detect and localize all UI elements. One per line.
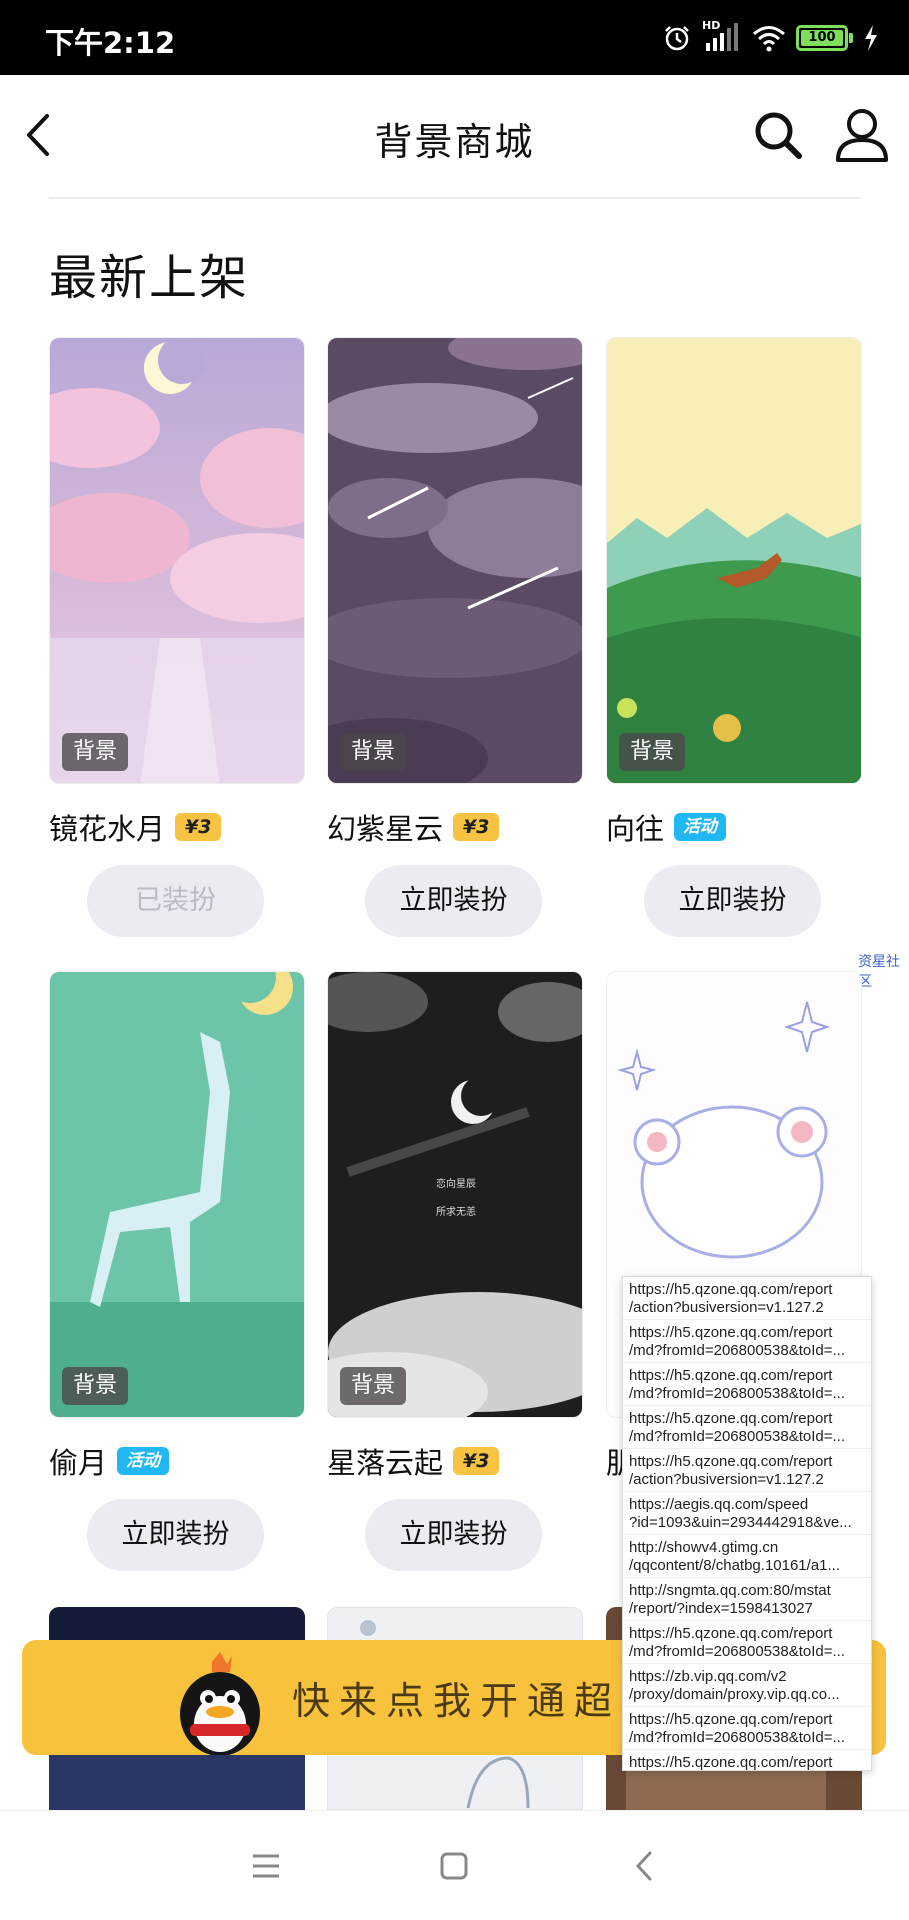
section-title: 最新上架 (49, 250, 250, 306)
request-log-item[interactable]: https://h5.qzone.qq.com/report/md?fromId… (623, 1707, 871, 1750)
request-log-item[interactable]: https://h5.qzone.qq.com/report/md?fromId… (623, 1320, 871, 1363)
background-tag: 背景 (340, 1367, 407, 1405)
wallpaper-thumbnail[interactable]: 背景 (327, 337, 583, 784)
header-divider (49, 197, 862, 199)
request-url-line: https://h5.qzone.qq.com/report (629, 1324, 833, 1341)
signal-icon: HD (702, 19, 742, 53)
image-text-line-2: 所求无恙 (436, 1205, 476, 1218)
nav-menu-button[interactable] (236, 1841, 296, 1891)
wallpaper-image (607, 338, 861, 783)
request-log-item[interactable]: http://showv4.gtimg.cn/qqcontent/8/chatb… (623, 1535, 871, 1578)
request-log-item[interactable]: https://h5.qzone.qq.com/report/md?fromId… (623, 1406, 871, 1449)
request-url-line: https://h5.qzone.qq.com/report (629, 1410, 833, 1427)
profile-icon (836, 109, 888, 162)
request-url-line: https://h5.qzone.qq.com/report (629, 1281, 833, 1298)
wallpaper-image (50, 972, 304, 1417)
nav-back-button[interactable] (614, 1841, 674, 1891)
request-url-line: https://h5.qzone.qq.com/report (629, 1754, 833, 1771)
request-url-line: /proxy/domain/proxy.vip.qq.co... (629, 1686, 840, 1703)
wallpaper-image (328, 338, 582, 783)
request-log-item[interactable]: https://aegis.qq.com/speed ?id=1093&uin=2… (623, 1492, 871, 1535)
banner-text: 快来点我开通超级 (292, 1679, 669, 1723)
request-log-item[interactable]: https://h5.qzone.qq.com/report/md?fromId… (623, 1621, 871, 1664)
request-url-line: /action?busiversion=v1.127.2 (629, 1299, 824, 1316)
price-badge: ¥3 (453, 813, 500, 841)
activity-badge: 活动 (117, 1447, 170, 1475)
battery-level: 100 (801, 30, 843, 46)
card-title-row: 幻紫星云 ¥3 (327, 807, 500, 847)
request-url-line: /md?fromId=206800538&toId=... (629, 1385, 845, 1402)
request-url-line: https://h5.qzone.qq.com/report (629, 1711, 833, 1728)
system-nav-bar (0, 1810, 909, 1920)
image-text-line-1: 恋向星辰 (436, 1177, 476, 1190)
wifi-icon (753, 26, 785, 52)
background-tag: 背景 (340, 733, 407, 771)
background-tag: 背景 (619, 733, 686, 771)
wallpaper-thumbnail[interactable]: 恋向星辰 所求无恙 背景 (327, 971, 583, 1418)
header: 背景商城 (0, 75, 909, 200)
wallpaper-name: 偷月 (49, 1446, 108, 1480)
wallpaper-name: 镜花水月 (49, 812, 166, 846)
wallpaper-image: 恋向星辰 所求无恙 (328, 972, 582, 1417)
apply-now-button[interactable]: 立即装扮 (365, 1499, 542, 1571)
card-title-row: 向往 活动 (606, 807, 727, 847)
request-url-line: http://showv4.gtimg.cn (629, 1539, 779, 1556)
request-log-item[interactable]: https://h5.qzone.qq.com/report/md?fromId… (623, 1363, 871, 1406)
status-bar: 下午2:12 HD 100 (0, 0, 909, 75)
apply-now-button[interactable]: 立即装扮 (87, 1499, 264, 1571)
charging-icon (865, 25, 877, 51)
request-url-line: /md?fromId=206800538&toId=... (629, 1643, 845, 1660)
price-badge: ¥3 (175, 813, 222, 841)
request-url-line: /md?fromId=206800538&toId=... (629, 1342, 845, 1359)
card-title-row: 镜花水月 ¥3 (49, 807, 222, 847)
menu-icon (253, 1854, 279, 1878)
apply-now-button[interactable]: 立即装扮 (365, 865, 542, 937)
search-button[interactable] (750, 105, 806, 165)
request-log-item[interactable]: http://sngmta.qq.com:80/mstat/report/?in… (623, 1578, 871, 1621)
search-icon (755, 112, 802, 159)
status-icons: HD 100 (662, 18, 879, 58)
community-link[interactable]: 资星社区 (858, 951, 909, 991)
request-log-item[interactable]: https://h5.qzone.qq.com/report/action?bu… (623, 1449, 871, 1492)
nav-home-button[interactable] (424, 1841, 484, 1891)
request-log-popup[interactable]: https://h5.qzone.qq.com/report/action?bu… (622, 1276, 872, 1771)
wallpaper-name: 幻紫星云 (327, 812, 444, 846)
request-url-line: https://h5.qzone.qq.com/report (629, 1453, 833, 1470)
status-time: 下午2:12 (45, 26, 176, 60)
request-url-line: https://h5.qzone.qq.com/report (629, 1367, 833, 1384)
battery-icon: 100 (796, 25, 853, 51)
request-log-item[interactable]: https://h5.qzone.qq.com/report/action?bu… (623, 1277, 871, 1320)
wallpaper-name: 向往 (606, 812, 665, 846)
wallpaper-thumbnail[interactable]: 背景 (49, 337, 305, 784)
activity-badge: 活动 (674, 813, 727, 841)
request-log-item[interactable]: https://zb.vip.qq.com/v2/proxy/domain/pr… (623, 1664, 871, 1707)
request-url-line: https://h5.qzone.qq.com/report (629, 1625, 833, 1642)
request-url-line: ?id=1093&uin=2934442918&ve... (629, 1514, 852, 1531)
request-url-line: /md?fromId=206800538&toId=... (629, 1729, 845, 1746)
background-tag: 背景 (62, 1367, 129, 1405)
request-log-item[interactable]: https://h5.qzone.qq.com/report (623, 1750, 871, 1771)
wallpaper-thumbnail[interactable]: 背景 (606, 337, 862, 784)
back-icon (635, 1851, 652, 1881)
home-icon (440, 1852, 468, 1880)
wallpaper-name: 星落云起 (327, 1446, 444, 1480)
request-url-line: /qqcontent/8/chatbg.10161/a1... (629, 1557, 841, 1574)
request-url-line: https://zb.vip.qq.com/v2 (629, 1668, 787, 1685)
request-url-line: /action?busiversion=v1.127.2 (629, 1471, 824, 1488)
request-url-line: https://aegis.qq.com/speed (629, 1496, 809, 1513)
card-title-row: 星落云起 ¥3 (327, 1441, 500, 1481)
price-badge: ¥3 (453, 1447, 500, 1475)
qq-penguin-icon (180, 1652, 260, 1755)
profile-button[interactable] (832, 103, 892, 167)
request-url-line: http://sngmta.qq.com:80/mstat (629, 1582, 831, 1599)
apply-now-button[interactable]: 立即装扮 (644, 865, 821, 937)
request-url-line: /md?fromId=206800538&toId=... (629, 1428, 845, 1445)
request-url-line: /report/?index=1598413027 (629, 1600, 813, 1617)
wallpaper-image (50, 338, 304, 783)
background-tag: 背景 (62, 733, 129, 771)
card-title-row: 偷月 活动 (49, 1441, 170, 1481)
alarm-icon (665, 26, 689, 51)
wallpaper-thumbnail[interactable]: 背景 (49, 971, 305, 1418)
applied-button[interactable]: 已装扮 (87, 865, 264, 937)
